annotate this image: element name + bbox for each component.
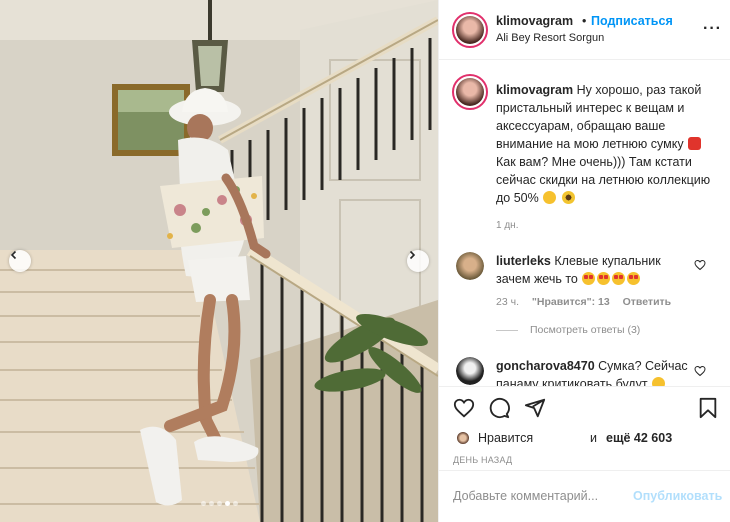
comment-avatar[interactable] — [456, 252, 484, 280]
reply-button[interactable]: Ответить — [623, 296, 672, 308]
carousel-dot — [200, 501, 206, 506]
likes-and: и — [590, 431, 597, 445]
heart-eyes-emoji-icon — [612, 272, 626, 285]
author-username[interactable]: klimovagram — [496, 14, 573, 28]
share-icon[interactable] — [524, 397, 546, 419]
likes-label: Нравится — [478, 431, 534, 445]
bookmark-icon[interactable] — [697, 397, 719, 419]
caption-username[interactable]: klimovagram — [496, 83, 573, 97]
grin-emoji-icon — [543, 191, 557, 204]
comment-input[interactable] — [453, 486, 633, 506]
comments-list: klimovagram Ну хорошо, раз такой пристал… — [439, 61, 730, 386]
heart-eyes-emoji-icon — [597, 272, 611, 285]
carousel-dot — [232, 501, 238, 506]
view-replies-button[interactable]: Посмотреть ответы (3) — [496, 324, 640, 336]
heart-eyes-emoji-icon — [627, 272, 641, 285]
follow-button[interactable]: Подписаться — [591, 14, 673, 28]
replies-divider — [496, 329, 518, 331]
staircase-photo — [0, 0, 438, 522]
heart-icon[interactable] — [453, 397, 475, 419]
comment-username[interactable]: liuterleks — [496, 254, 551, 268]
likes-count[interactable]: ещё 42 603 — [606, 431, 672, 445]
comment-time[interactable]: 23 ч. — [496, 296, 519, 308]
carousel-prev-button[interactable] — [9, 250, 31, 272]
comment-username[interactable]: goncharova8470 — [496, 359, 595, 373]
comment-icon[interactable] — [488, 397, 510, 419]
bag-emoji-icon — [688, 137, 702, 150]
caption-body-2: Как вам? Мне очень))) Там кстати сейчас … — [496, 155, 711, 205]
carousel-dot — [216, 501, 222, 506]
carousel-dot — [208, 501, 214, 506]
instagram-post: klimovagram • Подписаться Ali Bey Resort… — [0, 0, 730, 522]
post-timestamp[interactable]: ДЕНЬ НАЗАД — [453, 455, 512, 465]
carousel-next-button[interactable] — [407, 250, 429, 272]
comment-meta: 23 ч. "Нравится": 13 Ответить — [496, 296, 681, 308]
header-separator: • — [582, 14, 587, 28]
comment-avatar[interactable] — [456, 357, 484, 385]
add-comment-bar: Опубликовать — [439, 470, 730, 522]
post-side-panel: klimovagram • Подписаться Ali Bey Resort… — [438, 0, 730, 522]
location-link[interactable]: Ali Bey Resort Sorgun — [496, 32, 604, 44]
grin-emoji-icon — [652, 377, 666, 386]
post-photo[interactable] — [0, 0, 438, 522]
post-actions: Нравится и ещё 42 603 ДЕНЬ НАЗАД — [439, 386, 730, 470]
post-header: klimovagram • Подписаться Ali Bey Resort… — [439, 0, 730, 60]
carousel-dot-active — [224, 501, 230, 506]
caption-time[interactable]: 1 дн. — [496, 220, 518, 231]
caption-avatar[interactable] — [452, 74, 488, 110]
carousel-indicator — [0, 501, 438, 506]
heart-eyes-emoji-icon — [582, 272, 596, 285]
sunflower-emoji-icon — [561, 191, 575, 204]
comment-heart-icon[interactable] — [694, 259, 706, 271]
chevron-right-icon — [409, 250, 416, 260]
author-avatar[interactable] — [452, 12, 488, 48]
caption-text: klimovagram Ну хорошо, раз такой пристал… — [496, 81, 722, 207]
chevron-left-icon — [10, 250, 17, 260]
liker-avatar — [455, 430, 471, 446]
publish-button[interactable]: Опубликовать — [633, 489, 722, 503]
comment-likes[interactable]: "Нравится": 13 — [532, 296, 610, 308]
more-horizontal-icon: ··· — [703, 20, 722, 37]
more-options-button[interactable]: ··· — [703, 20, 722, 38]
comment-text: goncharova8470 Сумка? Сейчас панаму крит… — [496, 357, 696, 386]
comment-heart-icon[interactable] — [694, 365, 706, 377]
comment-text: liuterleks Клевые купальник зачем жечь т… — [496, 252, 696, 288]
view-replies-label: Посмотреть ответы (3) — [530, 324, 641, 336]
